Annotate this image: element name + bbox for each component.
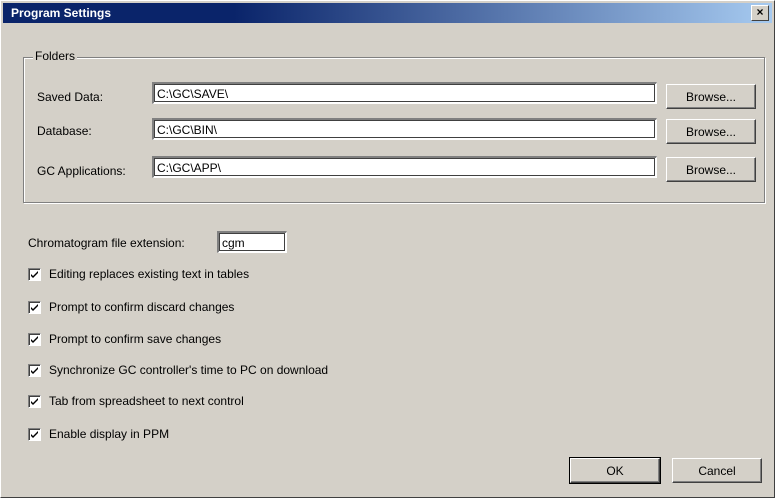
gc-applications-label: GC Applications: — [37, 164, 126, 178]
dialog-title: Program Settings — [11, 6, 112, 20]
option-confirm-discard[interactable]: Prompt to confirm discard changes — [28, 299, 234, 315]
cancel-button[interactable]: Cancel — [672, 458, 762, 483]
option-editing-replaces[interactable]: Editing replaces existing text in tables — [28, 266, 249, 282]
checkmark-icon — [31, 430, 38, 438]
saved-data-input[interactable] — [157, 86, 653, 102]
database-label: Database: — [37, 124, 92, 138]
ok-button[interactable]: OK — [569, 457, 661, 484]
chromatogram-extension-field[interactable] — [217, 231, 287, 253]
saved-data-label: Saved Data: — [37, 90, 104, 104]
chromatogram-extension-label: Chromatogram file extension: — [28, 236, 185, 250]
checkbox[interactable] — [28, 363, 41, 377]
checkbox[interactable] — [28, 394, 41, 408]
gc-applications-input[interactable] — [157, 160, 653, 176]
option-confirm-save[interactable]: Prompt to confirm save changes — [28, 331, 221, 347]
database-browse-button[interactable]: Browse... — [666, 119, 756, 144]
gc-applications-browse-button[interactable]: Browse... — [666, 157, 756, 182]
option-label: Prompt to confirm save changes — [49, 332, 222, 346]
option-tab-from-spreadsheet[interactable]: Tab from spreadsheet to next control — [28, 393, 244, 409]
database-field[interactable] — [152, 118, 657, 140]
database-input[interactable] — [157, 122, 653, 138]
folders-group-label: Folders — [33, 49, 78, 63]
gc-applications-field[interactable] — [152, 156, 657, 178]
chromatogram-extension-input[interactable] — [222, 235, 283, 251]
option-label: Prompt to confirm discard changes — [49, 300, 235, 314]
option-label: Editing replaces existing text in tables — [49, 267, 250, 281]
checkbox[interactable] — [28, 300, 41, 314]
option-label: Synchronize GC controller's time to PC o… — [49, 363, 329, 377]
checkbox[interactable] — [28, 267, 41, 281]
checkbox[interactable] — [28, 427, 41, 441]
checkmark-icon — [31, 303, 38, 311]
option-label: Enable display in PPM — [49, 427, 170, 441]
checkmark-icon — [31, 270, 38, 278]
checkbox[interactable] — [28, 332, 41, 346]
checkmark-icon — [31, 335, 38, 343]
close-button[interactable]: × — [751, 5, 769, 21]
option-enable-ppm[interactable]: Enable display in PPM — [28, 426, 169, 442]
close-icon: × — [756, 5, 764, 19]
option-label: Tab from spreadsheet to next control — [49, 394, 244, 408]
saved-data-field[interactable] — [152, 82, 657, 104]
checkmark-icon — [31, 397, 38, 405]
saved-data-browse-button[interactable]: Browse... — [666, 84, 756, 109]
checkmark-icon — [31, 366, 38, 374]
title-bar[interactable]: Program Settings × — [3, 3, 772, 23]
option-synchronize-time[interactable]: Synchronize GC controller's time to PC o… — [28, 362, 328, 378]
